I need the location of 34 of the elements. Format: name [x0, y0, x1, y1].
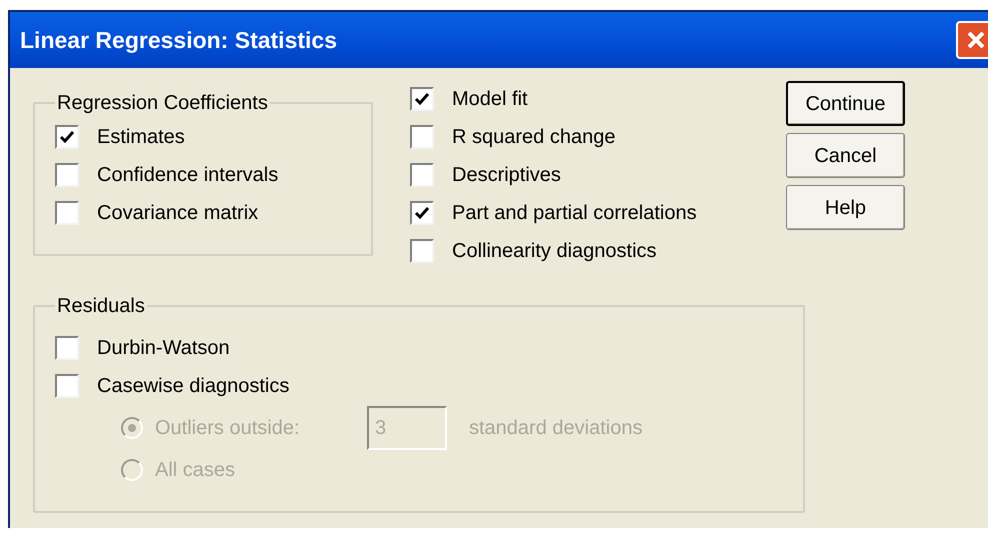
checkbox[interactable]: [55, 336, 79, 360]
checkbox-label: R squared change: [452, 125, 616, 150]
dialog-button[interactable]: Help: [786, 185, 905, 230]
dialog-button[interactable]: Cancel: [786, 133, 905, 178]
checkbox[interactable]: [410, 163, 434, 187]
checkbox[interactable]: [55, 374, 79, 398]
checkmark-icon: [414, 206, 430, 220]
checkmark-icon: [414, 92, 430, 106]
checkbox-label: Estimates: [97, 125, 185, 150]
checkbox-label: Covariance matrix: [97, 201, 258, 226]
group-title: Residuals: [56, 294, 146, 319]
checkbox[interactable]: [55, 201, 79, 225]
checkbox[interactable]: [55, 163, 79, 187]
checkbox-label: Casewise diagnostics: [97, 374, 290, 399]
unit-label: standard deviations: [469, 416, 642, 441]
close-button[interactable]: [956, 21, 988, 59]
checkbox-label: Confidence intervals: [97, 163, 278, 188]
checkbox-label: Collinearity diagnostics: [452, 239, 657, 264]
checkbox[interactable]: [410, 201, 434, 225]
checkmark-icon: [59, 130, 75, 144]
checkbox-label: Durbin-Watson: [97, 336, 230, 361]
checkbox[interactable]: [410, 125, 434, 149]
radio-label: Outliers outside:: [155, 416, 301, 441]
checkbox-label: Part and partial correlations: [452, 201, 697, 226]
dialog-button[interactable]: Continue: [786, 81, 905, 126]
checkbox[interactable]: [55, 125, 79, 149]
checkbox[interactable]: [410, 87, 434, 111]
checkbox[interactable]: [410, 239, 434, 263]
window-title: Linear Regression: Statistics: [20, 26, 337, 55]
checkbox-label: Model fit: [452, 87, 528, 112]
radio-label: All cases: [155, 458, 236, 483]
close-icon: [966, 30, 986, 50]
checkbox-label: Descriptives: [452, 163, 561, 188]
group-title: Regression Coefficients: [56, 91, 269, 116]
